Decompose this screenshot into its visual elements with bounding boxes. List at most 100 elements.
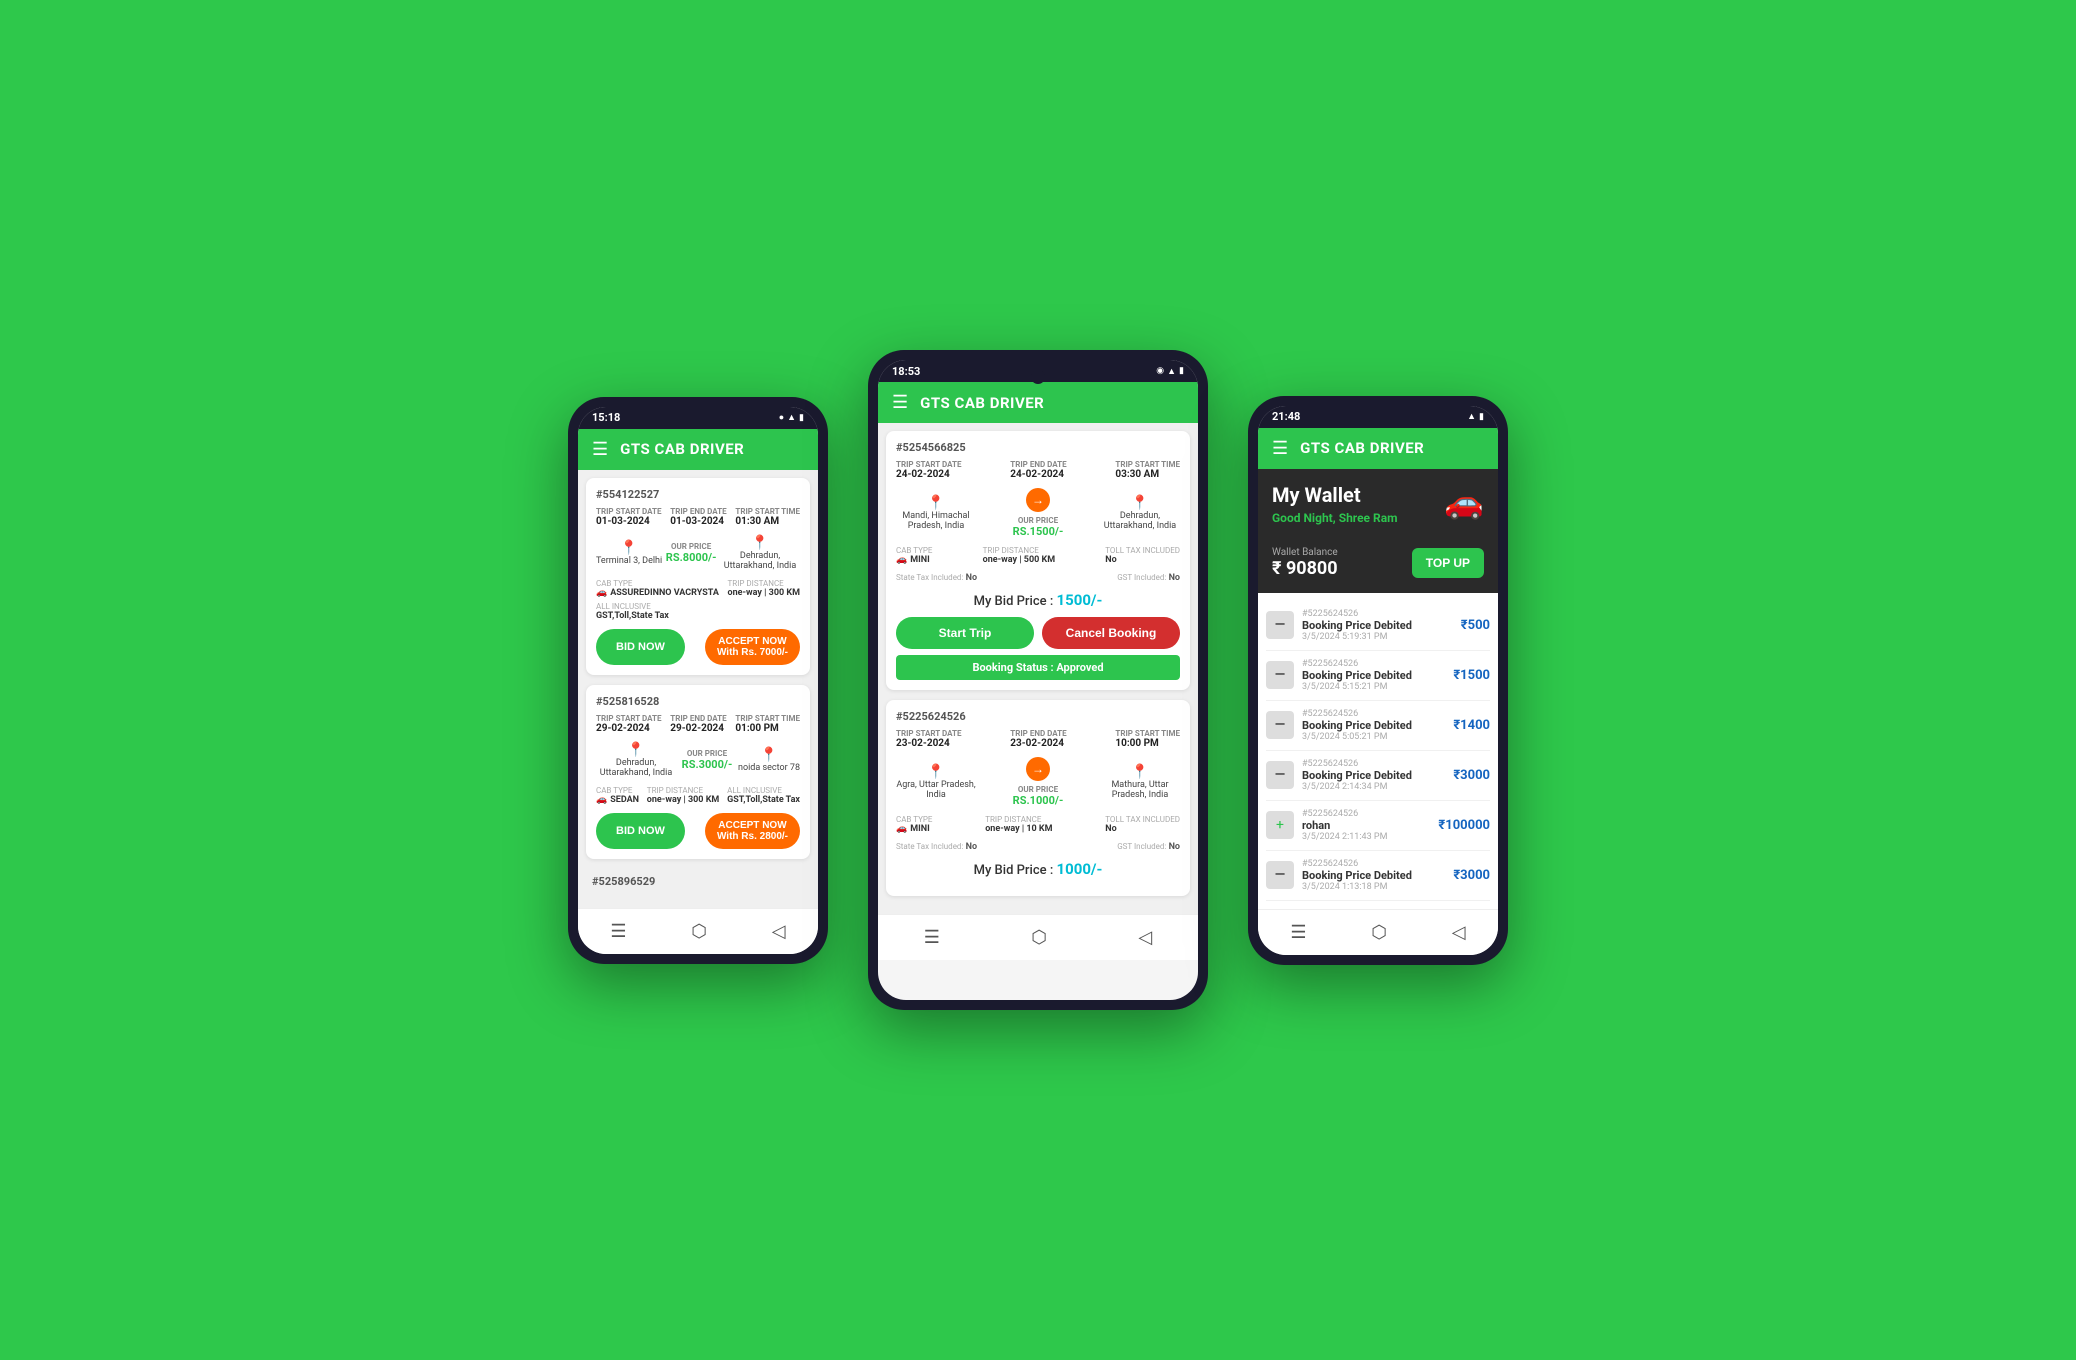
left-nav-back[interactable]: ◁: [764, 917, 794, 946]
battery-icon: ▮: [799, 413, 804, 423]
left-booking-id-1: #554122527: [596, 488, 800, 501]
signal-icon: ▲: [1167, 366, 1176, 377]
left-route-row-1: 📍 Terminal 3, Delhi OUR PRICE RS.8000/- …: [596, 535, 800, 571]
left-time-label: TRIP START TIME: [735, 507, 800, 516]
transaction-item-1: — #5225624526 Booking Price Debited 3/5/…: [1266, 651, 1490, 701]
transaction-item-5: — #5225624526 Booking Price Debited 3/5/…: [1266, 851, 1490, 901]
left-trip-dates-2: TRIP START DATE 29-02-2024 TRIP END DATE…: [596, 714, 800, 734]
phones-container: 15:18 ● ▲ ▮ ☰ GTS CAB DRIVER #554122527 …: [568, 350, 1508, 1010]
center-time: 18:53: [892, 365, 920, 378]
signal-icon: ▲: [1467, 411, 1476, 422]
right-status-bar: 21:48 ▲ ▮: [1258, 406, 1498, 428]
left-time: 15:18: [592, 411, 620, 424]
center-phone-content: #5254566825 TRIP START DATE 24-02-2024 T…: [878, 423, 1198, 914]
wallet-title: My Wallet: [1272, 483, 1398, 507]
center-bid-price-1: My Bid Price : 1500/-: [896, 591, 1180, 609]
left-price-label-1: OUR PRICE: [666, 542, 717, 551]
car-icon: 🚗: [1444, 483, 1484, 521]
left-booking-card-2: #525816528 TRIP START DATE 29-02-2024 TR…: [586, 685, 810, 859]
booking-status-1: Booking Status : Approved: [896, 655, 1180, 680]
from-pin-icon-1: 📍: [596, 540, 662, 556]
left-from-1: 📍 Terminal 3, Delhi: [596, 540, 662, 566]
center-bottom-nav: ☰ ⬡ ◁: [878, 914, 1198, 960]
left-end-date-label: TRIP END DATE: [670, 507, 726, 516]
center-arrow-2: →: [1026, 757, 1050, 781]
transaction-item-2: — #5225624526 Booking Price Debited 3/5/…: [1266, 701, 1490, 751]
right-app-header: ☰ GTS CAB DRIVER: [1258, 428, 1498, 469]
left-status-bar: 15:18 ● ▲ ▮: [578, 407, 818, 429]
camera-notch: [1031, 370, 1045, 384]
center-app-header: ☰ GTS CAB DRIVER: [878, 382, 1198, 423]
wifi-icon: ▲: [787, 412, 796, 423]
left-end-date-value: 01-03-2024: [670, 516, 726, 527]
center-booking-id-1: #5254566825: [896, 441, 1180, 454]
left-nav-home[interactable]: ⬡: [683, 917, 715, 946]
whatsapp-icon: ◉: [1156, 366, 1164, 376]
right-phone: 21:48 ▲ ▮ ☰ GTS CAB DRIVER My Wallet Goo…: [1248, 396, 1508, 965]
center-status-icons: ◉ ▲ ▮: [1156, 366, 1184, 377]
center-route-row-2: 📍 Agra, Uttar Pradesh, India → OUR PRICE…: [896, 757, 1180, 807]
tx-icon-1: —: [1266, 661, 1294, 689]
transaction-item-4: + #5225624526 rohan 3/5/2024 2:11:43 PM …: [1266, 801, 1490, 851]
left-start-date-item: TRIP START DATE 01-03-2024: [596, 507, 662, 527]
center-phone: 18:53 ◉ ▲ ▮ ☰ GTS CAB DRIVER #5254566825: [868, 350, 1208, 1010]
right-status-icons: ▲ ▮: [1467, 411, 1484, 422]
right-bottom-nav: ☰ ⬡ ◁: [1258, 909, 1498, 955]
accept-now-btn-2[interactable]: ACCEPT NOW With Rs. 2800/-: [705, 813, 800, 849]
transaction-list: — #5225624526 Booking Price Debited 3/5/…: [1258, 593, 1498, 909]
tx-icon-3: —: [1266, 761, 1294, 789]
left-to-1: 📍 Dehradun, Uttarakhand, India: [720, 535, 800, 571]
right-menu-icon[interactable]: ☰: [1272, 438, 1288, 459]
left-phone: 15:18 ● ▲ ▮ ☰ GTS CAB DRIVER #554122527 …: [568, 397, 828, 964]
battery-icon: ▮: [1479, 412, 1484, 422]
left-end-date-item: TRIP END DATE 01-03-2024: [670, 507, 726, 527]
left-trip-dates-1: TRIP START DATE 01-03-2024 TRIP END DATE…: [596, 507, 800, 527]
center-booking-id-2: #5225624526: [896, 710, 1180, 723]
center-nav-menu[interactable]: ☰: [916, 923, 948, 952]
center-btn-row-1: Start Trip Cancel Booking: [896, 617, 1180, 649]
left-bottom-nav: ☰ ⬡ ◁: [578, 908, 818, 954]
left-route-row-2: 📍 Dehradun, Uttarakhand, India OUR PRICE…: [596, 742, 800, 778]
wallet-header: My Wallet Good Night, Shree Ram 🚗: [1258, 469, 1498, 539]
right-nav-back[interactable]: ◁: [1444, 918, 1474, 947]
left-booking-id-3: #525896529: [586, 869, 810, 894]
center-menu-icon[interactable]: ☰: [892, 392, 908, 413]
right-nav-menu[interactable]: ☰: [1282, 918, 1314, 947]
left-distance-1: TRIP DISTANCE one-way | 300 KM: [728, 579, 801, 598]
center-nav-home[interactable]: ⬡: [1023, 923, 1055, 952]
accept-now-btn-1[interactable]: ACCEPT NOW With Rs. 7000/-: [705, 629, 800, 665]
center-booking-card-1: #5254566825 TRIP START DATE 24-02-2024 T…: [886, 431, 1190, 690]
left-btn-row-2: BID NOW ACCEPT NOW With Rs. 2800/-: [596, 813, 800, 849]
transaction-item-3: — #5225624526 Booking Price Debited 3/5/…: [1266, 751, 1490, 801]
right-app-title: GTS CAB DRIVER: [1300, 439, 1424, 457]
tx-icon-4: +: [1266, 811, 1294, 839]
left-time-value: 01:30 AM: [735, 516, 800, 527]
wallet-balance-row: Wallet Balance ₹ 90800 TOP UP: [1258, 539, 1498, 593]
center-booking-card-2: #5225624526 TRIP START DATE 23-02-2024 T…: [886, 700, 1190, 896]
left-booking-card-1: #554122527 TRIP START DATE 01-03-2024 TR…: [586, 478, 810, 675]
left-app-header: ☰ GTS CAB DRIVER: [578, 429, 818, 470]
bid-now-btn-1[interactable]: BID NOW: [596, 629, 685, 665]
cab-type-val-1: 🚗 ASSUREDINNO VACRYSTA: [596, 588, 719, 598]
center-route-row-1: 📍 Mandi, Himachal Pradesh, India → OUR P…: [896, 488, 1180, 538]
to-pin-icon-1: 📍: [720, 535, 800, 551]
center-nav-back[interactable]: ◁: [1130, 923, 1160, 952]
tx-icon-5: —: [1266, 861, 1294, 889]
left-inclusive-1: ALL INCLUSIVE GST,Toll,State Tax: [596, 602, 669, 621]
wallet-balance-amount: ₹ 90800: [1272, 558, 1338, 579]
left-menu-icon[interactable]: ☰: [592, 439, 608, 460]
right-nav-home[interactable]: ⬡: [1363, 918, 1395, 947]
left-phone-content: #554122527 TRIP START DATE 01-03-2024 TR…: [578, 470, 818, 908]
left-nav-menu[interactable]: ☰: [602, 917, 634, 946]
transaction-item-0: — #5225624526 Booking Price Debited 3/5/…: [1266, 601, 1490, 651]
left-booking-id-2: #525816528: [596, 695, 800, 708]
center-arrow-1: →: [1026, 488, 1050, 512]
center-to-icon-1: 📍: [1100, 495, 1180, 511]
bid-now-btn-2[interactable]: BID NOW: [596, 813, 685, 849]
start-trip-btn[interactable]: Start Trip: [896, 617, 1034, 649]
tx-icon-0: —: [1266, 611, 1294, 639]
cancel-booking-btn[interactable]: Cancel Booking: [1042, 617, 1180, 649]
center-bid-price-2: My Bid Price : 1000/-: [896, 860, 1180, 878]
top-up-button[interactable]: TOP UP: [1412, 548, 1484, 578]
left-time-item: TRIP START TIME 01:30 AM: [735, 507, 800, 527]
